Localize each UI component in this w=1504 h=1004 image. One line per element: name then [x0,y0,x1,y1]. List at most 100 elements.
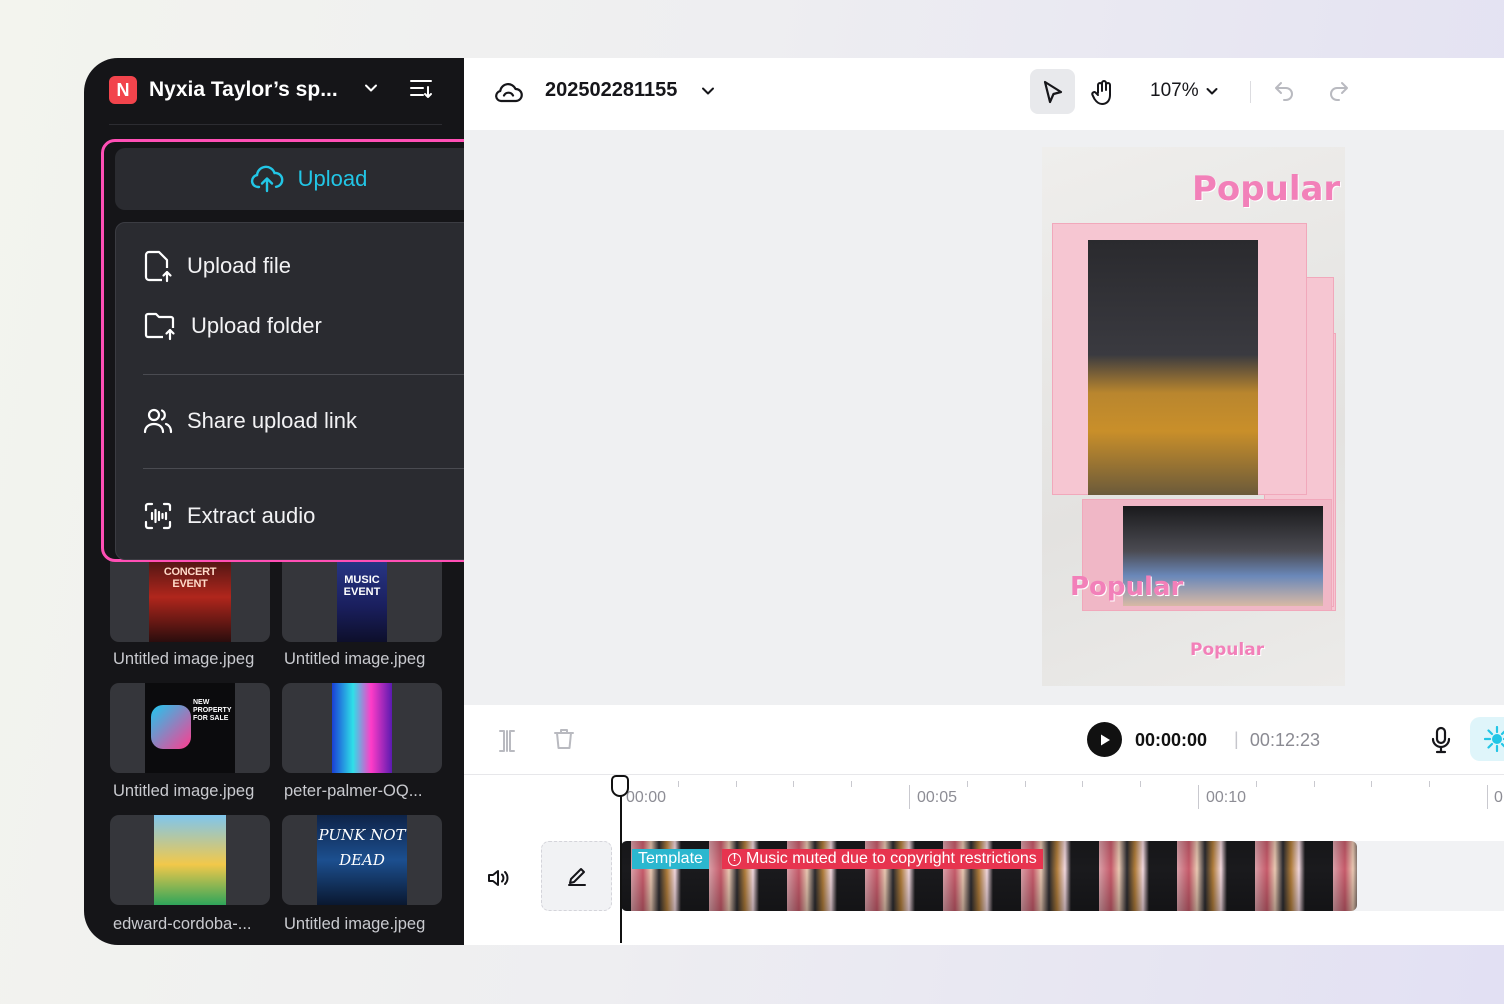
menu-item-share-upload-link[interactable]: Share upload link [143,403,357,439]
ruler-tick [1429,781,1431,787]
warning-icon: ! [728,852,741,866]
workspace-switcher[interactable]: N Nyxia Taylor’s sp... [109,76,338,104]
ruler-tick [1255,781,1257,787]
divider [109,124,442,125]
collapse-menu-icon[interactable] [409,78,433,100]
chevron-down-icon[interactable] [363,80,379,96]
users-icon [143,408,173,434]
thumbnail-text: CONCERT EVENT [163,566,217,590]
media-thumbnail: MUSIC EVENT [337,552,387,642]
media-tile[interactable]: MUSIC EVENT [282,552,442,642]
menu-item-label: Upload file [187,253,291,278]
play-button[interactable] [1087,722,1122,757]
upload-popup: Upload Upload file Upload folder Share u… [101,139,510,562]
edit-cover-button[interactable] [541,841,612,911]
sidebar: N Nyxia Taylor’s sp... CONCERT EVENT Unt… [84,58,551,945]
media-thumbnail: PUNK NOT DEAD [317,815,407,905]
preview-canvas: Popular Popular Popular [464,130,1504,705]
menu-divider [143,468,474,469]
microphone-icon[interactable] [1430,726,1452,754]
media-tile[interactable] [282,683,442,773]
hand-tool-icon[interactable] [1090,79,1116,107]
menu-item-extract-audio[interactable]: Extract audio [143,498,315,534]
timeline[interactable]: 00:00 00:05 00:10 0 Template ! Music mut… [464,775,1504,945]
poster-photo [1088,240,1258,495]
media-tile[interactable] [110,815,270,905]
thumbnail-text: MUSIC EVENT [343,574,381,598]
media-thumbnail [332,683,392,773]
media-caption: Untitled image.jpeg [113,650,255,668]
ruler-tick [735,781,737,787]
ruler-label: 00:05 [917,789,958,806]
chevron-down-icon [1206,88,1218,95]
ruler-label: 0 [1494,789,1503,806]
trash-icon[interactable] [552,727,576,751]
workspace-avatar: N [109,76,137,104]
volume-icon[interactable] [486,867,510,889]
select-tool-button[interactable] [1030,69,1075,114]
poster-footer: Popular [1190,640,1265,660]
menu-item-upload-file[interactable]: Upload file [143,248,291,284]
copyright-warning-badge: ! Music muted due to copyright restricti… [722,849,1043,869]
cloud-upload-icon [250,165,283,193]
upload-label: Upload [297,166,368,191]
upload-button[interactable]: Upload [115,148,502,210]
ruler-tick [966,781,968,787]
ruler-tick [1313,781,1315,787]
photo-frame [1052,223,1307,495]
pointer-icon [1043,80,1062,103]
project-name[interactable]: 202502281155 [545,79,677,102]
media-caption: Untitled image.jpeg [284,650,426,668]
thumbnail-text: PUNK NOT DEAD [318,826,406,869]
ruler-tick [1371,781,1373,787]
top-toolbar: 202502281155 107% [464,58,1504,130]
ruler-tick [793,781,795,787]
ai-tool-button[interactable] [1470,717,1504,761]
playhead-handle[interactable] [611,775,629,797]
menu-item-label: Share upload link [187,408,358,433]
ruler-label: 00:00 [626,789,667,806]
ruler-tick [677,781,679,787]
media-thumbnail: CONCERT EVENT [149,552,231,642]
upload-menu: Upload file Upload folder Share upload l… [115,222,502,560]
workspace-name: Nyxia Taylor’s sp... [149,78,338,101]
zoom-level: 107% [1150,80,1199,101]
editor-window: N Nyxia Taylor’s sp... CONCERT EVENT Unt… [84,58,1504,945]
playhead[interactable] [620,777,622,943]
menu-item-upload-folder[interactable]: Upload folder [143,308,322,344]
copyright-warning-text: Music muted due to copyright restriction… [746,850,1037,867]
media-caption: peter-palmer-OQ... [284,782,423,800]
media-caption: Untitled image.jpeg [113,782,255,800]
media-caption: edward-cordoba-... [113,915,252,933]
pencil-icon [567,868,586,886]
thumbnail-text: NEW PROPERTY FOR SALE [193,699,232,722]
ruler-tick [1140,781,1142,787]
file-upload-icon [144,250,172,283]
play-icon [1100,734,1110,745]
media-tile[interactable]: NEW PROPERTY FOR SALE [110,683,270,773]
sparkle-icon [1484,726,1504,752]
ruler-label: 00:10 [1206,789,1247,806]
poster-subtitle: Popular [1070,572,1184,602]
ruler-tick [1198,785,1199,809]
menu-item-label: Upload folder [191,313,322,338]
media-tile[interactable]: CONCERT EVENT [110,552,270,642]
redo-icon[interactable] [1327,78,1351,102]
extract-audio-icon [144,502,172,530]
total-duration: 00:12:23 [1249,730,1320,750]
media-caption: Untitled image.jpeg [284,915,426,933]
chevron-down-icon[interactable] [700,83,716,99]
cloud-sync-icon [495,83,523,103]
menu-item-label: Extract audio [187,503,316,528]
undo-icon[interactable] [1272,78,1296,102]
video-preview[interactable]: Popular Popular Popular [1042,147,1345,686]
poster-title: Popular [1192,169,1341,209]
media-tile[interactable]: PUNK NOT DEAD [282,815,442,905]
split-icon[interactable] [497,729,517,753]
media-thumbnail [154,815,226,905]
timeline-controls: 00:00:00 | 00:12:23 [464,705,1504,775]
folder-upload-icon [144,312,175,341]
zoom-dropdown[interactable]: 107% [1150,80,1219,102]
ruler-tick [1487,785,1488,809]
ruler-tick [909,785,910,809]
